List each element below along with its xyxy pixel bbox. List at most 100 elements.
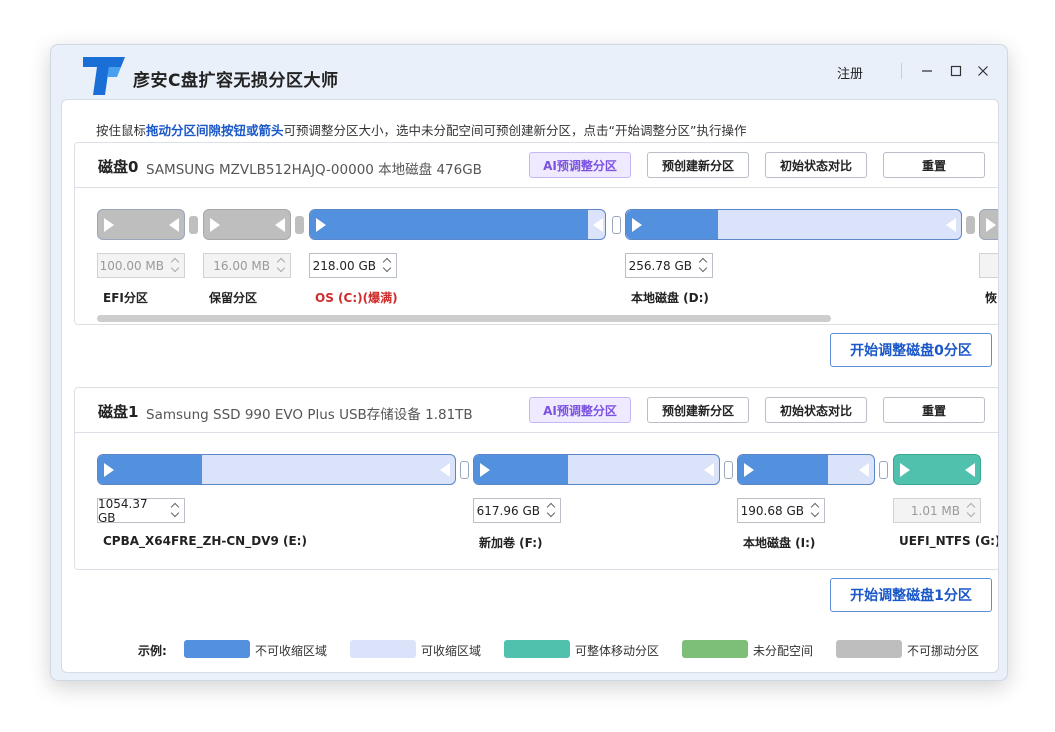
- instruction-hint: 按住鼠标拖动分区间隙按钮或箭头可预调整分区大小，选中未分配空间可预创建新分区，点…: [96, 120, 747, 139]
- size-value: 16.00 MB: [213, 258, 270, 273]
- disk0-header: 磁盘0 SAMSUNG MZVLB512HAJQ-00000 本地磁盘 476G…: [75, 143, 998, 188]
- disk0-recovery-label: 恢: [985, 291, 998, 305]
- disk1-e-label: CPBA_X64FRE_ZH-CN_DV9 (E:): [103, 534, 307, 548]
- disk0-c-size-input[interactable]: 218.00 GB: [309, 253, 397, 278]
- app-logo-icon: [83, 57, 125, 95]
- spin-arrows-icon[interactable]: [967, 502, 977, 519]
- right-handle-icon[interactable]: [859, 463, 869, 477]
- right-handle-icon[interactable]: [275, 218, 285, 232]
- size-value: 256.78 GB: [628, 258, 692, 273]
- right-handle-icon[interactable]: [169, 218, 179, 232]
- disk0-recovery-size-input[interactable]: [979, 253, 998, 278]
- maximize-button[interactable]: [944, 59, 968, 83]
- close-icon: [978, 66, 988, 76]
- left-handle-icon[interactable]: [210, 218, 220, 232]
- content-panel: 按住鼠标拖动分区间隙按钮或箭头可预调整分区大小，选中未分配空间可预创建新分区，点…: [61, 99, 999, 673]
- titlebar-separator: [901, 63, 902, 79]
- legend-label-unallocated: 未分配空间: [753, 644, 814, 658]
- disk1-gap-2[interactable]: [724, 461, 733, 479]
- size-value: 190.68 GB: [740, 503, 804, 518]
- left-handle-icon[interactable]: [104, 463, 114, 477]
- disk1-precreate-button[interactable]: 预创建新分区: [647, 397, 749, 423]
- spin-arrows-icon[interactable]: [171, 502, 181, 519]
- legend-label-fixed: 不可挪动分区: [907, 644, 980, 658]
- disk0-desc: SAMSUNG MZVLB512HAJQ-00000 本地磁盘 476GB: [146, 162, 482, 178]
- hint-suffix: 可预调整分区大小，选中未分配空间可预创建新分区，点击“开始调整分区”执行操作: [283, 123, 747, 138]
- spin-arrows-icon[interactable]: [547, 502, 557, 519]
- right-handle-icon[interactable]: [440, 463, 450, 477]
- left-handle-icon[interactable]: [480, 463, 490, 477]
- spin-arrows-icon[interactable]: [277, 257, 287, 274]
- disk0-gap-2[interactable]: [295, 216, 304, 234]
- legend-swatch-movable: [504, 640, 570, 658]
- left-handle-icon[interactable]: [316, 218, 326, 232]
- disk1-f-size-input[interactable]: 617.96 GB: [473, 498, 561, 523]
- size-value: 1054.37 GB: [98, 496, 148, 525]
- register-link[interactable]: 注册: [837, 63, 863, 82]
- disk0-gap-4[interactable]: [966, 216, 975, 234]
- spin-arrows-icon[interactable]: [699, 257, 709, 274]
- legend-label-non-shrinkable: 不可收缩区域: [255, 644, 328, 658]
- disk0-gap-3[interactable]: [612, 216, 621, 234]
- right-handle-icon[interactable]: [593, 218, 603, 232]
- right-handle-icon[interactable]: [946, 218, 956, 232]
- legend-swatch-unallocated: [682, 640, 748, 658]
- disk0-precreate-button[interactable]: 预创建新分区: [647, 152, 749, 178]
- spin-arrows-icon[interactable]: [811, 502, 821, 519]
- maximize-icon: [950, 65, 962, 77]
- legend-label-movable: 可整体移动分区: [575, 644, 660, 658]
- disk0-partition-recovery-bar[interactable]: [979, 209, 998, 240]
- size-value: 617.96 GB: [476, 503, 540, 518]
- spin-arrows-icon[interactable]: [383, 257, 393, 274]
- left-handle-icon[interactable]: [744, 463, 754, 477]
- disk0-ai-adjust-button[interactable]: AI预调整分区: [529, 152, 631, 178]
- left-handle-icon[interactable]: [632, 218, 642, 232]
- disk1-i-label: 本地磁盘 (I:): [743, 536, 816, 550]
- disk1-partition-e-bar[interactable]: [97, 454, 456, 485]
- app-title: 彦安C盘扩容无损分区大师: [133, 71, 339, 91]
- disk0-efi-size-input[interactable]: 100.00 MB: [97, 253, 185, 278]
- minimize-icon: [922, 70, 932, 72]
- disk1-partition-i-bar[interactable]: [737, 454, 875, 485]
- legend-swatch-shrinkable: [350, 640, 416, 658]
- disk1-i-size-input[interactable]: 190.68 GB: [737, 498, 825, 523]
- disk0-c-label: OS (C:)(爆满): [315, 291, 398, 305]
- disk0-partition-d-bar[interactable]: [625, 209, 962, 240]
- disk0-msr-label: 保留分区: [209, 291, 258, 305]
- disk0-compare-button[interactable]: 初始状态对比: [765, 152, 867, 178]
- start-disk0-button[interactable]: 开始调整磁盘0分区: [830, 333, 992, 367]
- disk0-gap-1[interactable]: [189, 216, 198, 234]
- minimize-button[interactable]: [915, 59, 939, 83]
- right-handle-icon[interactable]: [704, 463, 714, 477]
- disk1-gap-3[interactable]: [879, 461, 888, 479]
- disk1-e-size-input[interactable]: 1054.37 GB: [97, 496, 185, 525]
- start-disk1-button[interactable]: 开始调整磁盘1分区: [830, 578, 992, 612]
- disk1-partition-g-bar[interactable]: [893, 454, 981, 485]
- disk0-partition-efi-bar[interactable]: [97, 209, 185, 240]
- disk0-scrollbar[interactable]: [97, 315, 831, 322]
- left-handle-icon[interactable]: [900, 463, 910, 477]
- disk0-partition-msr-bar[interactable]: [203, 209, 291, 240]
- disk0-reset-button[interactable]: 重置: [883, 152, 985, 178]
- disk1-reset-button[interactable]: 重置: [883, 397, 985, 423]
- disk1-desc: Samsung SSD 990 EVO Plus USB存储设备 1.81TB: [146, 407, 473, 423]
- disk0-name: 磁盘0: [98, 158, 139, 176]
- disk0-partition-c-bar[interactable]: [309, 209, 606, 240]
- disk1-g-size-input[interactable]: 1.01 MB: [893, 498, 981, 523]
- disk1-compare-button[interactable]: 初始状态对比: [765, 397, 867, 423]
- spin-arrows-icon[interactable]: [171, 257, 181, 274]
- legend-swatch-fixed: [836, 640, 902, 658]
- disk1-partition-f-bar[interactable]: [473, 454, 720, 485]
- disk1-gap-1[interactable]: [460, 461, 469, 479]
- disk0-d-size-input[interactable]: 256.78 GB: [625, 253, 713, 278]
- legend-title: 示例:: [138, 644, 167, 658]
- left-handle-icon[interactable]: [104, 218, 114, 232]
- right-handle-icon[interactable]: [965, 463, 975, 477]
- hint-prefix: 按住鼠标: [96, 123, 147, 138]
- legend-swatch-non-shrinkable: [184, 640, 250, 658]
- close-button[interactable]: [971, 59, 995, 83]
- left-handle-icon[interactable]: [986, 218, 996, 232]
- disk1-f-label: 新加卷 (F:): [479, 536, 543, 550]
- disk0-msr-size-input[interactable]: 16.00 MB: [203, 253, 291, 278]
- disk1-ai-adjust-button[interactable]: AI预调整分区: [529, 397, 631, 423]
